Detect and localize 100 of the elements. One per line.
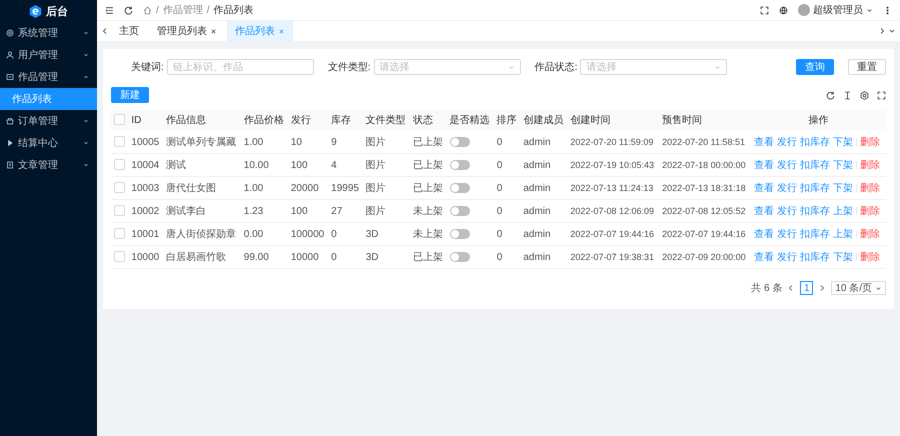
action-link[interactable]: 下架 (832, 135, 853, 149)
sidebar-item[interactable]: 系统管理 (0, 22, 97, 44)
table-cell: 100 (288, 154, 328, 176)
row-checkbox[interactable] (114, 136, 125, 148)
action-link[interactable]: 删除 (860, 158, 880, 172)
action-link[interactable]: 查看 (754, 181, 774, 195)
table-cell: 测试 (162, 154, 241, 176)
toggle-switch[interactable] (450, 182, 470, 193)
action-link[interactable]: 上架 (832, 227, 853, 241)
row-checkbox[interactable] (114, 228, 125, 240)
chevron-down-icon (83, 30, 89, 36)
select-all-checkbox[interactable] (114, 114, 125, 126)
breadcrumb-item[interactable]: 作品管理 (162, 3, 203, 17)
column-header: 操作 (750, 109, 886, 131)
select-field[interactable]: 请选择 (580, 59, 728, 75)
query-button[interactable]: 查询 (796, 59, 834, 75)
action-link[interactable]: 查看 (754, 158, 774, 172)
sidebar-item[interactable]: 订单管理 (0, 110, 97, 132)
column-header: 发行 (288, 109, 328, 131)
column-height-icon[interactable] (843, 90, 852, 100)
action-link[interactable]: 删除 (860, 250, 880, 264)
refresh-icon[interactable] (826, 90, 835, 100)
row-checkbox[interactable] (114, 159, 125, 170)
action-link[interactable]: 发行 (776, 227, 797, 241)
action-link[interactable]: 查看 (754, 250, 774, 264)
table-cell: 已上架 (410, 176, 447, 200)
action-link[interactable]: 扣库存 (800, 204, 830, 218)
settings-icon[interactable] (860, 90, 869, 100)
action-link[interactable]: 发行 (776, 204, 797, 218)
chevron-left-icon[interactable] (101, 27, 109, 35)
tab[interactable]: 管理员列表 (149, 21, 225, 41)
action-link[interactable]: 扣库存 (800, 181, 830, 195)
bag-icon (6, 117, 14, 125)
select-field[interactable]: 请选择 (374, 59, 521, 75)
user-name[interactable]: 超级管理员 (813, 3, 863, 17)
action-link[interactable]: 扣库存 (800, 250, 830, 264)
tab[interactable]: 主页 (111, 21, 147, 41)
sidebar-item[interactable]: 作品管理 (0, 66, 97, 88)
action-link[interactable]: 查看 (754, 227, 774, 241)
table-cell: 4 (328, 154, 363, 176)
close-icon[interactable] (210, 28, 217, 34)
action-link[interactable]: 删除 (860, 227, 880, 241)
tab[interactable]: 作品列表 (227, 21, 293, 41)
table-cell: 已上架 (410, 131, 447, 154)
table-cell: 0 (494, 246, 520, 268)
sidebar-item[interactable]: 文章管理 (0, 154, 97, 176)
action-link[interactable]: 查看 (754, 135, 774, 149)
sidebar-item[interactable]: 结算中心 (0, 132, 97, 154)
table-cell: 1.23 (240, 200, 288, 222)
filter-label: 关键词: (131, 60, 164, 74)
chevron-left-icon[interactable] (787, 284, 796, 292)
keyword-input[interactable]: 链上标识、作品 (166, 59, 314, 75)
action-link[interactable]: 查看 (754, 204, 774, 218)
action-link[interactable]: 扣库存 (800, 158, 830, 172)
column-header: 库存 (328, 109, 363, 131)
toggle-switch[interactable] (450, 160, 470, 170)
table-cell: 10.00 (240, 154, 288, 176)
home-icon[interactable] (143, 6, 152, 14)
toggle-switch[interactable] (450, 252, 470, 262)
dropdown-caret-icon (508, 64, 515, 70)
action-link[interactable]: 扣库存 (800, 135, 830, 149)
page-number[interactable]: 1 (800, 281, 814, 295)
row-checkbox[interactable] (114, 251, 125, 262)
toggle-switch[interactable] (450, 206, 470, 216)
reset-button[interactable]: 重置 (848, 59, 886, 75)
fullscreen-icon[interactable] (760, 6, 769, 14)
refresh-icon[interactable] (124, 6, 133, 14)
table-cell: 测试单列专属藏 (162, 131, 241, 154)
globe-icon[interactable] (779, 6, 788, 14)
action-link[interactable]: 扣库存 (800, 227, 830, 241)
chevron-down-icon[interactable] (888, 27, 896, 35)
chevron-right-icon[interactable] (818, 284, 826, 292)
action-link[interactable]: 上架 (832, 204, 853, 218)
table-cell: 10005 (128, 131, 163, 154)
table-cell: 图片 (362, 131, 410, 154)
action-link[interactable]: 发行 (776, 250, 797, 264)
row-checkbox[interactable] (114, 182, 125, 194)
new-button[interactable]: 新建 (111, 87, 149, 103)
sidebar-item[interactable]: 用户管理 (0, 44, 97, 66)
menu-fold-icon[interactable] (105, 6, 114, 14)
avatar[interactable] (798, 4, 810, 16)
toggle-switch[interactable] (450, 136, 470, 147)
sidebar-subitem[interactable]: 作品列表 (0, 88, 97, 110)
action-link[interactable]: 发行 (776, 135, 797, 149)
action-link[interactable]: 下架 (832, 181, 853, 195)
chevron-right-icon[interactable] (878, 27, 886, 35)
action-link[interactable]: 下架 (832, 250, 853, 264)
table-cell: admin (520, 246, 568, 268)
action-link[interactable]: 删除 (860, 204, 880, 218)
fullscreen-icon[interactable] (877, 90, 886, 100)
toggle-switch[interactable] (450, 228, 470, 239)
action-link[interactable]: 发行 (776, 158, 797, 172)
page-size-select[interactable]: 10 条/页 (831, 281, 886, 295)
action-link[interactable]: 发行 (776, 181, 797, 195)
table-cell: 0 (494, 176, 520, 200)
action-link[interactable]: 删除 (860, 181, 880, 195)
table-cell: 2022-07-20 11:58:51 (659, 131, 751, 154)
action-link[interactable]: 删除 (860, 135, 880, 149)
row-checkbox[interactable] (114, 205, 125, 216)
action-link[interactable]: 下架 (832, 158, 853, 172)
